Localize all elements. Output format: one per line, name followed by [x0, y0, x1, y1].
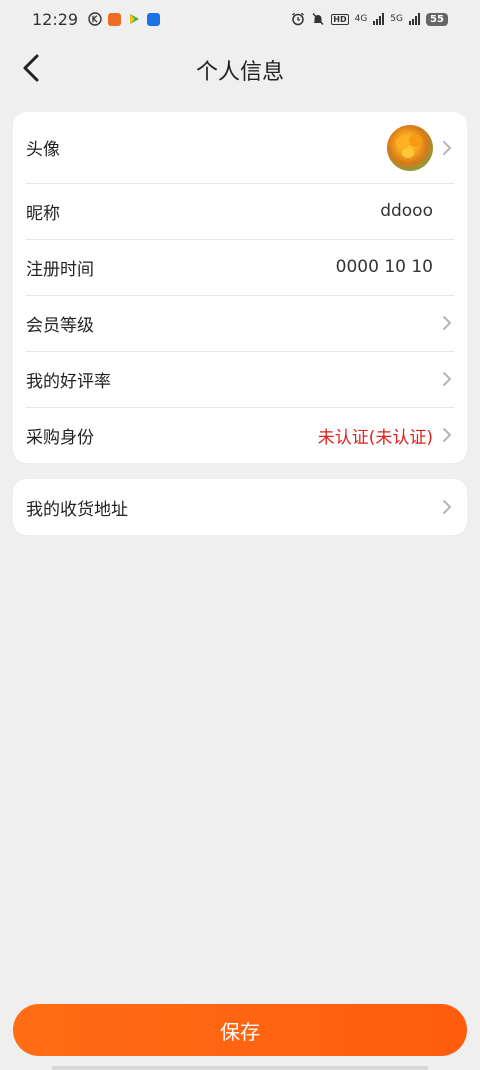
avatar-row[interactable]: 头像: [13, 112, 467, 183]
purchase-identity-status: 未认证(未认证): [317, 427, 433, 448]
shopping-app-icon: [108, 12, 122, 26]
battery-icon: 55: [426, 12, 448, 26]
chevron-right-icon: [443, 372, 451, 386]
network-2-label: 5G: [390, 14, 403, 24]
signal-2-icon: [409, 13, 420, 25]
mute-icon: [312, 13, 324, 25]
purchase-identity-row[interactable]: 采购身份 未认证(未认证): [13, 407, 467, 463]
alarm-icon: [292, 12, 305, 26]
register-time-row: 注册时间 0000 10 10: [13, 239, 467, 295]
nickname-row[interactable]: 昵称 ddooo: [13, 183, 467, 239]
address-label: 我的收货地址: [26, 499, 128, 520]
member-level-row[interactable]: 会员等级: [13, 295, 467, 351]
rating-row[interactable]: 我的好评率: [13, 351, 467, 407]
k-app-icon: [88, 12, 102, 26]
network-1-label: 4G: [354, 14, 368, 24]
nickname-value: ddooo: [380, 201, 433, 221]
member-level-label: 会员等级: [26, 315, 94, 336]
status-bar: 12:29 HD 4G 5G 55: [0, 0, 480, 38]
save-button[interactable]: 保存: [13, 1004, 467, 1056]
status-left: 12:29: [32, 9, 161, 29]
page-title: 个人信息: [195, 60, 284, 85]
rating-label: 我的好评率: [26, 371, 111, 392]
chevron-right-icon: [443, 428, 451, 442]
home-indicator: [52, 1066, 428, 1070]
chevron-right-icon: [443, 140, 451, 155]
profile-card: 头像 昵称 ddooo 注册时间 0000 10 10 会员等级 我的好评率 采…: [13, 112, 467, 463]
register-time-label: 注册时间: [26, 259, 94, 280]
nickname-label: 昵称: [26, 203, 60, 224]
zhihu-app-icon: [147, 12, 161, 26]
register-time-value: 0000 10 10: [335, 257, 433, 277]
address-card: 我的收货地址: [13, 479, 467, 535]
chevron-right-icon: [443, 316, 451, 330]
status-right: HD 4G 5G 55: [291, 12, 448, 26]
chevron-right-icon: [443, 500, 451, 514]
address-row[interactable]: 我的收货地址: [13, 479, 467, 535]
purchase-identity-label: 采购身份: [26, 427, 94, 448]
signal-1-icon: [373, 13, 385, 25]
avatar: [387, 124, 433, 171]
nav-bar: 个人信息: [0, 40, 480, 98]
status-time: 12:29: [32, 9, 79, 29]
hd-icon: HD: [331, 13, 349, 25]
play-app-icon: [130, 14, 140, 24]
avatar-label: 头像: [26, 140, 60, 160]
